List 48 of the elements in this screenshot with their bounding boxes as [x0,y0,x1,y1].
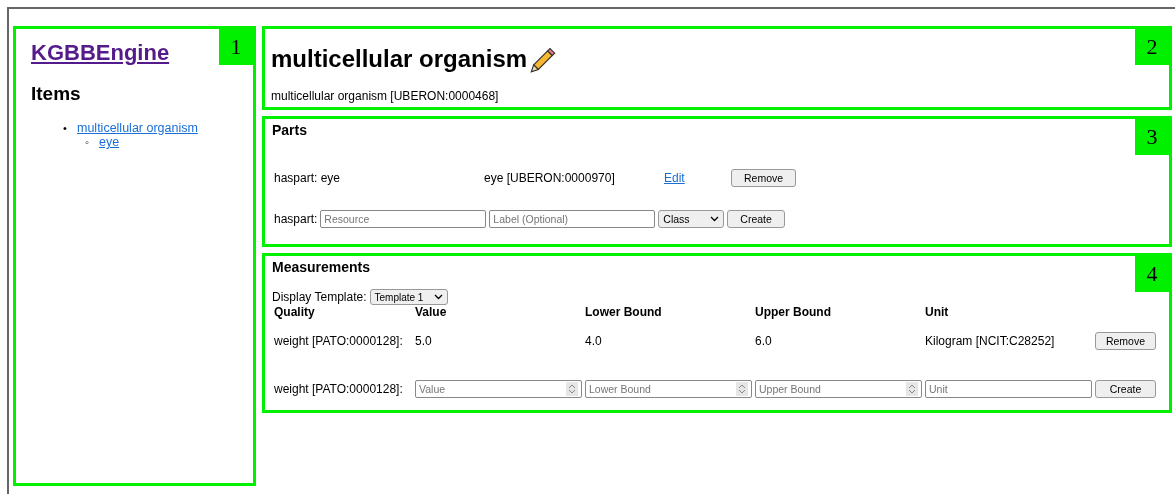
tree-item[interactable]: eye [99,135,120,149]
tree-item[interactable]: multicellular organism [77,121,198,135]
region-number: 2 [1135,29,1169,65]
unit-field[interactable]: Unit [925,380,1092,398]
items-heading: Items [31,83,82,105]
type-dropdown[interactable]: Class [658,210,725,228]
number-field[interactable]: Upper Bound [755,380,922,398]
column-header: Upper Bound [755,305,832,319]
table-cell-text: 6.0 [755,333,773,350]
remove-button[interactable]: Remove [1095,332,1156,350]
number-field[interactable]: Value [415,380,582,398]
table-cell-text: 4.0 [585,333,603,350]
template-dropdown[interactable]: Template 1 [369,289,448,305]
label-field[interactable]: Label (Optional) [489,210,656,228]
relation-text: haspart: eye [274,171,342,185]
column-header: Lower Bound [585,305,663,319]
spinner-icon[interactable] [906,382,918,396]
bullet: • [63,122,68,134]
resource-field[interactable]: Resource [320,210,487,228]
region-number: 1 [219,29,253,65]
entity-label: multicellular organism [UBERON:0000468] [271,89,500,103]
column-header: Quality [274,305,316,319]
quality-label: weight [PATO:0000128]: [274,381,404,398]
number-field[interactable]: Lower Bound [585,380,752,398]
column-header: Unit [925,305,950,319]
column-header: Value [415,305,448,319]
entity-text: eye [UBERON:0000970] [484,171,616,185]
logo-link[interactable]: KGBBEngine [31,40,170,66]
region-number: 4 [1135,256,1169,292]
table-cell-text: Kilogram [NCIT:C28252] [925,333,1056,350]
spinner-icon[interactable] [736,382,748,396]
page-title: multicellular organism [271,45,528,73]
pencil-icon[interactable] [529,45,558,73]
create-button[interactable]: Create [1095,380,1156,398]
table-cell-text: weight [PATO:0000128]: [274,333,404,350]
caret-icon [433,294,443,300]
bullet: ◦ [85,136,90,148]
section-heading: Parts [272,122,308,138]
spinner-icon[interactable] [566,382,578,396]
table-cell-text: 5.0 [415,333,433,350]
section-heading: Measurements [272,259,371,275]
edit-link[interactable]: Edit [664,171,731,185]
relation-label: haspart: [274,212,318,226]
create-button[interactable]: Create [727,210,785,228]
template-label: Display Template: [272,290,367,304]
region-number: 3 [1135,119,1169,155]
remove-button[interactable]: Remove [731,169,797,187]
caret-icon [710,216,720,222]
